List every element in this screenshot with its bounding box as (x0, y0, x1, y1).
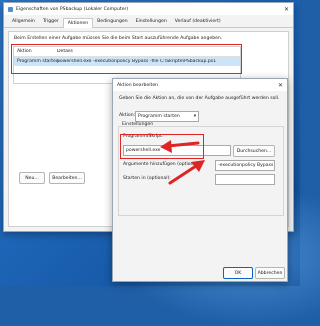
actions-description: Beim Erstellen einer Aufgabe müssen Sie … (14, 36, 223, 41)
tab-allgemein[interactable]: Allgemein (8, 17, 39, 27)
browse-button[interactable]: Durchsuchen... (233, 145, 275, 157)
start-in-input[interactable] (215, 174, 275, 185)
start-in-label: Starten in (optional): (123, 176, 171, 181)
dialog-title-bar: Aktion bearbeiten (113, 79, 287, 91)
highlight-box-table (11, 44, 242, 74)
edit-action-dialog: Aktion bearbeiten ✕ Geben Sie die Aktion… (112, 78, 288, 282)
tab-einstellungen[interactable]: Einstellungen (132, 17, 171, 27)
tab-verlauf[interactable]: Verlauf (deaktiviert) (171, 17, 225, 27)
action-select[interactable]: Programm starten ▾ (135, 111, 199, 122)
arguments-label: Argumente hinzufügen (optional): (123, 162, 201, 167)
new-button[interactable]: Neu... (19, 172, 45, 184)
arguments-input[interactable]: -executionpolicy Bypass (215, 160, 275, 171)
action-select-value: Programm starten (138, 114, 180, 119)
dialog-description: Geben Sie die Aktion an, die von der Auf… (119, 96, 280, 101)
close-icon[interactable]: ✕ (284, 6, 289, 13)
window-title: Eigenschaften von PSbackup (Lokaler Comp… (16, 6, 129, 12)
edit-button[interactable]: Bearbeiten... (49, 172, 85, 184)
highlight-box-program (120, 134, 204, 159)
action-label: Aktion: (119, 113, 136, 118)
cancel-button[interactable]: Abbrechen (255, 267, 285, 279)
dialog-title: Aktion bearbeiten (117, 82, 159, 88)
tab-trigger[interactable]: Trigger (39, 17, 63, 27)
tab-bar: Allgemein Trigger Aktionen Bedingungen E… (4, 15, 293, 28)
chevron-down-icon: ▾ (193, 114, 196, 119)
dialog-close-icon[interactable]: ✕ (278, 82, 283, 89)
tab-bedingungen[interactable]: Bedingungen (93, 17, 131, 27)
task-scheduler-icon (8, 6, 13, 12)
tab-aktionen[interactable]: Aktionen (62, 18, 94, 28)
title-bar: Eigenschaften von PSbackup (Lokaler Comp… (4, 3, 293, 15)
ok-button[interactable]: OK (223, 267, 253, 279)
